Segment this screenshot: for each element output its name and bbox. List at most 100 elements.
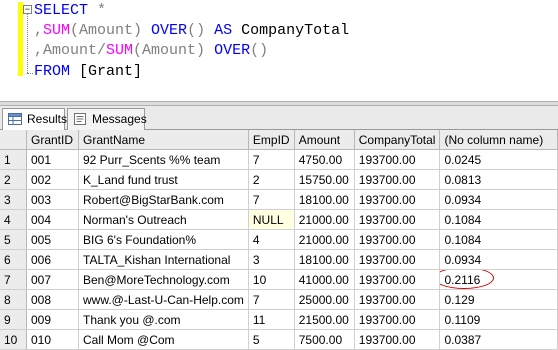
grantname-cell[interactable]: Norman's Outreach — [78, 209, 249, 230]
sql-keyword: AS — [214, 22, 233, 39]
companytotal-cell[interactable]: 193700.00 — [354, 289, 441, 310]
companytotal-cell[interactable]: 193700.00 — [354, 209, 441, 230]
sql-args: (Amount) — [133, 42, 215, 59]
empid-cell[interactable]: 7 — [248, 149, 295, 170]
row-number[interactable]: 7 — [0, 269, 27, 290]
column-header-amount[interactable]: Amount — [294, 130, 355, 150]
grantname-cell[interactable]: Robert@BigStarBank.com — [78, 189, 249, 210]
grantid-cell[interactable]: 006 — [26, 249, 80, 270]
row-number[interactable]: 4 — [0, 209, 27, 230]
grantname-cell[interactable]: Thank you @.com — [78, 309, 249, 330]
row-number[interactable]: 10 — [0, 329, 27, 350]
empid-cell[interactable]: 7 — [248, 189, 295, 210]
grantname-cell[interactable]: K_Land fund trust — [78, 169, 249, 190]
sql-alias: CompanyTotal — [232, 22, 350, 39]
table-row[interactable]: 3 003 Robert@BigStarBank.com 7 18100.00 19370… — [0, 189, 558, 210]
table-row[interactable]: 7 007 Ben@MoreTechnology.com 10 41000.00 1937… — [0, 269, 558, 290]
companytotal-cell[interactable]: 193700.00 — [354, 309, 441, 330]
collapse-icon[interactable]: − — [23, 5, 32, 15]
grantid-cell[interactable]: 010 — [26, 329, 80, 350]
amount-cell[interactable]: 4750.00 — [294, 149, 355, 170]
row-number[interactable]: 5 — [0, 229, 27, 250]
table-row[interactable]: 6 006 TALTA_Kishan International 3 18100.00 1… — [0, 249, 558, 270]
amount-cell[interactable]: 18100.00 — [294, 189, 355, 210]
empid-cell[interactable]: 5 — [248, 329, 295, 350]
sql-keyword: SELECT — [34, 2, 89, 19]
table-row[interactable]: 8 008 www.@-Last-U-Can-Help.com 7 25000.00 19… — [0, 289, 558, 310]
results-grid[interactable]: GrantID GrantName EmpID Amount CompanyTo… — [0, 130, 558, 350]
corner-header[interactable] — [0, 130, 27, 150]
tab-messages[interactable]: Messages — [67, 108, 147, 130]
grantname-cell[interactable]: 92 Purr_Scents %% team — [78, 149, 249, 170]
empid-cell[interactable]: 4 — [248, 229, 295, 250]
grantid-cell[interactable]: 003 — [26, 189, 80, 210]
grantid-cell[interactable]: 002 — [26, 169, 80, 190]
amount-cell[interactable]: 21000.00 — [294, 209, 355, 230]
ratio-cell[interactable]: 0.1084 — [439, 229, 558, 250]
grantname-cell[interactable]: BIG 6's Foundation% — [78, 229, 249, 250]
table-row[interactable]: 10 010 Call Mom @Com 5 7500.00 193700.00 0.038… — [0, 329, 558, 350]
grantid-cell[interactable]: 008 — [26, 289, 80, 310]
column-header-empid[interactable]: EmpID — [248, 130, 295, 150]
grantname-cell[interactable]: Ben@MoreTechnology.com — [78, 269, 249, 290]
ratio-cell[interactable]: 0.0934 — [439, 249, 558, 270]
companytotal-cell[interactable]: 193700.00 — [354, 249, 441, 270]
column-header-ratio[interactable]: (No column name) — [439, 130, 558, 150]
sql-operator: / — [97, 42, 107, 59]
ratio-cell[interactable]: 0.1109 — [439, 309, 558, 330]
grantid-cell[interactable]: 001 — [26, 149, 80, 170]
companytotal-cell[interactable]: 193700.00 — [354, 149, 441, 170]
amount-cell[interactable]: 25000.00 — [294, 289, 355, 310]
grantname-cell[interactable]: www.@-Last-U-Can-Help.com — [78, 289, 249, 310]
grantname-cell[interactable]: TALTA_Kishan International — [78, 249, 249, 270]
row-number[interactable]: 6 — [0, 249, 27, 270]
table-row[interactable]: 5 005 BIG 6's Foundation% 4 21000.00 193700.0… — [0, 229, 558, 250]
table-row[interactable]: 2 002 K_Land fund trust 2 15750.00 193700.00 0… — [0, 169, 558, 190]
row-number[interactable]: 3 — [0, 189, 27, 210]
companytotal-cell[interactable]: 193700.00 — [354, 189, 441, 210]
ratio-cell[interactable]: 0.1084 — [439, 209, 558, 230]
highlight-ellipse — [439, 269, 495, 289]
companytotal-cell[interactable]: 193700.00 — [354, 229, 441, 250]
grantid-cell[interactable]: 009 — [26, 309, 80, 330]
amount-cell[interactable]: 41000.00 — [294, 269, 355, 290]
empid-cell[interactable]: 3 — [248, 249, 295, 270]
row-number[interactable]: 2 — [0, 169, 27, 190]
row-number[interactable]: 8 — [0, 289, 27, 310]
companytotal-cell[interactable]: 193700.00 — [354, 269, 441, 290]
ratio-cell[interactable]: 0.129 — [439, 289, 558, 310]
column-header-grantid[interactable]: GrantID — [26, 130, 80, 150]
outline-guide — [27, 10, 29, 73]
column-header-grantname[interactable]: GrantName — [78, 130, 249, 150]
ratio-cell[interactable]: 0.0934 — [439, 189, 558, 210]
grantid-cell[interactable]: 004 — [26, 209, 80, 230]
amount-cell[interactable]: 7500.00 — [294, 329, 355, 350]
amount-cell[interactable]: 15750.00 — [294, 169, 355, 190]
row-number[interactable]: 1 — [0, 149, 27, 170]
empid-cell[interactable]: 10 — [248, 269, 295, 290]
table-row[interactable]: 1 001 92 Purr_Scents %% team 7 4750.00 193700… — [0, 149, 558, 170]
amount-cell[interactable]: 21000.00 — [294, 229, 355, 250]
grantname-cell[interactable]: Call Mom @Com — [78, 329, 249, 350]
amount-cell[interactable]: 18100.00 — [294, 249, 355, 270]
ratio-cell[interactable]: 0.2116 — [439, 269, 558, 290]
table-row[interactable]: 9 009 Thank you @.com 11 21500.00 193700.00 0.… — [0, 309, 558, 330]
sql-editor[interactable]: − SELECT * ,SUM(Amount) OVER() AS Compan… — [0, 0, 558, 101]
ratio-cell[interactable]: 0.0813 — [439, 169, 558, 190]
empid-cell[interactable]: 7 — [248, 289, 295, 310]
companytotal-cell[interactable]: 193700.00 — [354, 169, 441, 190]
column-header-companytotal[interactable]: CompanyTotal — [354, 130, 441, 150]
empid-cell[interactable]: NULL — [248, 209, 295, 230]
amount-cell[interactable]: 21500.00 — [294, 309, 355, 330]
companytotal-cell[interactable]: 193700.00 — [354, 329, 441, 350]
row-number[interactable]: 9 — [0, 309, 27, 330]
ratio-cell[interactable]: 0.0387 — [439, 329, 558, 350]
tab-results[interactable]: Results — [2, 108, 67, 131]
ratio-cell[interactable]: 0.0245 — [439, 149, 558, 170]
table-row[interactable]: 4 004 Norman's Outreach NULL 21000.00 193700.… — [0, 209, 558, 230]
grantid-cell[interactable]: 007 — [26, 269, 80, 290]
empid-cell[interactable]: 11 — [248, 309, 295, 330]
empid-cell[interactable]: 2 — [248, 169, 295, 190]
header-row: GrantID GrantName EmpID Amount CompanyTo… — [0, 130, 558, 150]
grantid-cell[interactable]: 005 — [26, 229, 80, 250]
